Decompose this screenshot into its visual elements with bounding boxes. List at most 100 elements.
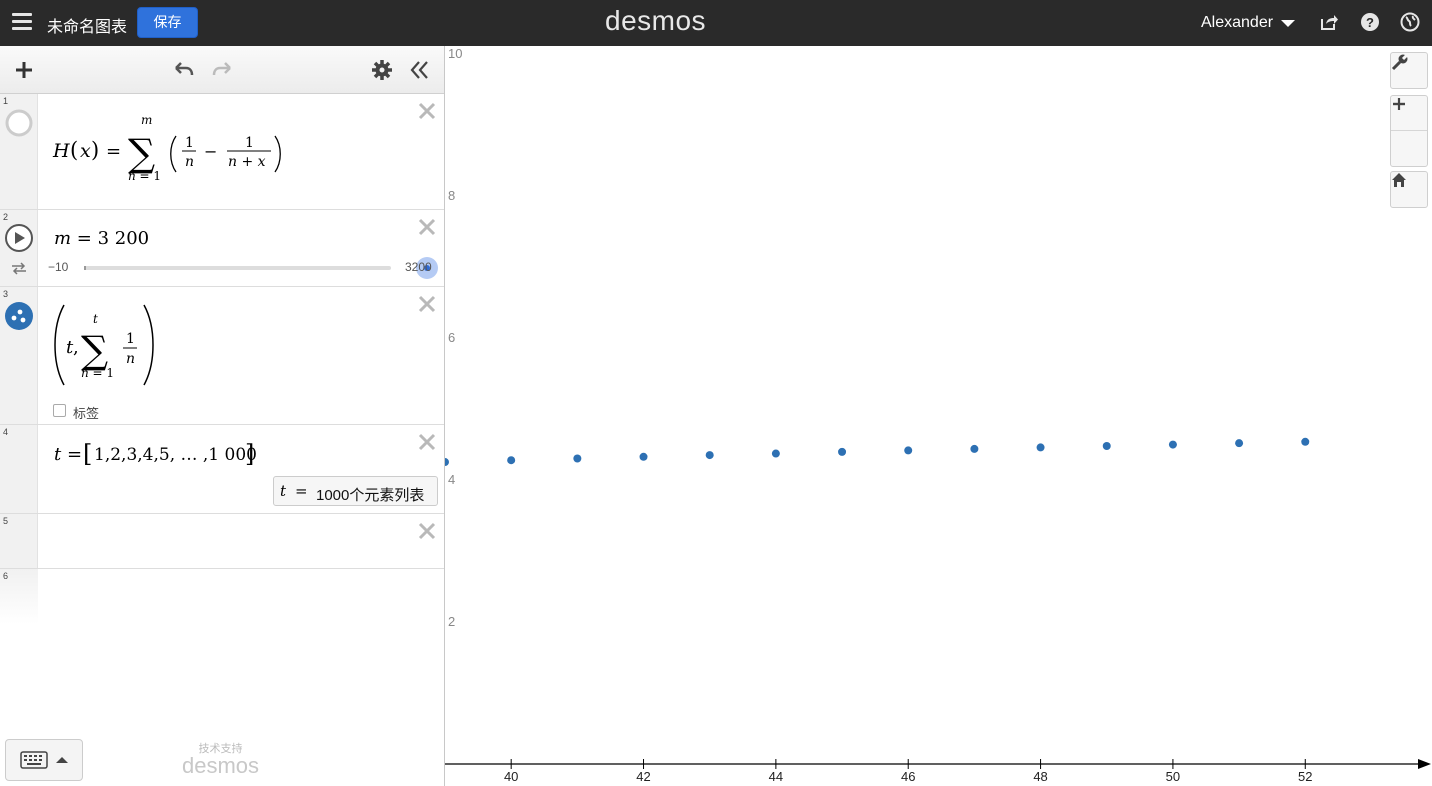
data-point[interactable] [445, 458, 449, 467]
data-point[interactable] [904, 446, 913, 455]
x-tick-label: 52 [1298, 769, 1312, 784]
data-point[interactable] [639, 452, 648, 461]
settings-gear-icon[interactable] [370, 58, 394, 82]
svg-text:1: 1 [126, 331, 135, 347]
data-point[interactable] [838, 447, 847, 456]
data-point[interactable] [1168, 440, 1177, 449]
slider-start-tick [84, 266, 86, 270]
svg-text:n: n [185, 154, 194, 170]
delete-expression-icon[interactable] [418, 295, 436, 313]
save-button[interactable]: 保存 [137, 7, 198, 38]
x-tick-label: 42 [636, 769, 650, 784]
loop-mode-icon[interactable] [10, 260, 28, 276]
x-tick-label: 46 [901, 769, 915, 784]
graph-canvas[interactable]: 40 42 44 46 48 50 52 2 4 6 8 10 [445, 46, 1432, 786]
data-point[interactable] [1235, 439, 1244, 448]
graph-title[interactable]: 未命名图表 [47, 13, 127, 37]
caret-up-icon [56, 757, 68, 763]
expression-row-1[interactable]: 1 H ( x ) = m ∑ n = 1 1 n − 1 n + x [0, 94, 444, 210]
expression-index: 4 [3, 427, 9, 437]
data-point[interactable] [705, 451, 714, 460]
svg-text:=: = [106, 141, 121, 162]
label-checkbox[interactable] [53, 404, 66, 417]
home-zoom-group [1390, 171, 1428, 208]
expression-math-t-list[interactable]: t = [ 1,2,3,4,5, … ,1 000 ] [50, 437, 270, 471]
add-expression-button[interactable] [12, 58, 36, 82]
graph-plot[interactable]: 40 42 44 46 48 50 52246810 [445, 46, 1432, 786]
wrench-icon[interactable] [1391, 53, 1427, 88]
expression-row-5[interactable]: 5 [0, 514, 444, 569]
point-style-icon[interactable] [4, 301, 34, 331]
y-tick-label: 4 [448, 472, 455, 487]
slider-min-label[interactable]: −10 [48, 260, 68, 274]
expression-index: 5 [3, 516, 9, 526]
expression-math-harmonic-difference[interactable]: H ( x ) = m ∑ n = 1 1 n − 1 n + x [50, 114, 300, 194]
play-icon[interactable] [4, 223, 34, 253]
eval-variable: t = [280, 482, 308, 500]
list-evaluation-box: t = 1000个元素列表 [273, 476, 438, 506]
graph-settings-group [1390, 52, 1428, 89]
user-menu[interactable]: Alexander [1201, 14, 1273, 32]
data-point[interactable] [507, 456, 516, 465]
svg-text:[: [ [83, 440, 92, 468]
expression-index: 6 [3, 571, 9, 581]
svg-text:t: t [93, 312, 98, 326]
slider-max-label[interactable]: 3200 [405, 260, 432, 274]
eval-value: 1000个元素列表 [316, 487, 425, 504]
expression-math-m-value[interactable]: m = 3 200 [50, 222, 170, 252]
svg-text:t =: t = [54, 444, 82, 465]
delete-expression-icon[interactable] [418, 102, 436, 120]
y-tick-label: 8 [448, 188, 455, 203]
data-point[interactable] [970, 444, 979, 453]
svg-text:m = 3 200: m = 3 200 [54, 228, 149, 249]
zoom-out-icon[interactable] [1391, 102, 1427, 166]
data-point[interactable] [771, 449, 780, 458]
delete-expression-icon[interactable] [418, 522, 436, 540]
delete-expression-icon[interactable] [418, 433, 436, 451]
zoom-controls [1390, 95, 1428, 167]
expression-gutter: 4 [0, 425, 38, 513]
svg-text:H: H [52, 140, 70, 162]
data-point[interactable] [1102, 441, 1111, 450]
m-slider: −10 3200 [48, 257, 440, 279]
x-tick-label: 48 [1033, 769, 1047, 784]
menu-icon[interactable] [12, 13, 32, 31]
expression-row-3[interactable]: 3 t , t ∑ n = 1 1 n 标签 [0, 287, 444, 425]
powered-by-desmos[interactable]: 技术支持 desmos [182, 740, 259, 779]
keyboard-toggle-button[interactable] [5, 739, 83, 781]
slider-track[interactable] [84, 257, 438, 279]
data-point[interactable] [1301, 437, 1310, 446]
keyboard-icon [20, 751, 48, 769]
home-icon[interactable] [1391, 172, 1427, 207]
svg-text:n = 1: n = 1 [128, 169, 161, 183]
svg-text:): ) [91, 138, 99, 162]
delete-expression-icon[interactable] [418, 218, 436, 236]
redo-icon[interactable] [210, 58, 234, 82]
expression-row-6[interactable]: 6 [0, 569, 444, 624]
hidden-graph-circle-icon[interactable] [4, 108, 34, 138]
svg-text:1: 1 [185, 135, 194, 151]
help-icon[interactable]: ? [1360, 12, 1380, 32]
share-icon[interactable] [1319, 12, 1339, 32]
expression-panel: 1 H ( x ) = m ∑ n = 1 1 n − 1 n + x 2 m … [0, 46, 445, 786]
data-point[interactable] [1036, 443, 1045, 452]
data-point[interactable] [573, 454, 582, 463]
svg-text:]: ] [245, 440, 254, 468]
svg-text:(: ( [70, 138, 78, 162]
svg-text:x: x [80, 140, 91, 162]
svg-text:n = 1: n = 1 [81, 366, 114, 380]
caret-down-icon[interactable] [1281, 20, 1295, 27]
expression-row-4[interactable]: 4 t = [ 1,2,3,4,5, … ,1 000 ] t = 1000个元… [0, 425, 444, 514]
globe-icon[interactable] [1400, 12, 1420, 32]
undo-icon[interactable] [172, 58, 196, 82]
svg-text:n + x: n + x [228, 154, 266, 170]
x-tick-label: 40 [504, 769, 518, 784]
x-tick-label: 44 [769, 769, 783, 784]
expression-row-2[interactable]: 2 m = 3 200 −10 3200 [0, 210, 444, 287]
y-tick-label: 6 [448, 330, 455, 345]
expression-index: 3 [3, 289, 9, 299]
collapse-panel-icon[interactable] [408, 58, 432, 82]
y-tick-label: 10 [448, 46, 462, 61]
expression-math-harmonic-points[interactable]: t , t ∑ n = 1 1 n [50, 299, 170, 391]
expression-gutter: 3 [0, 287, 38, 424]
